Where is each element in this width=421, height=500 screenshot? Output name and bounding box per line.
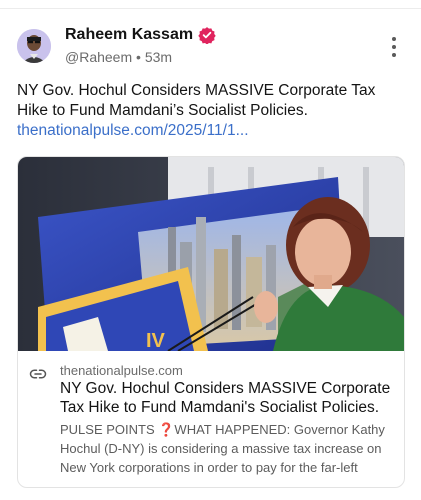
- post-card: Raheem Kassam @Raheem • 53m NY Gov. Hoch…: [0, 9, 421, 500]
- author-name-row: Raheem Kassam: [65, 26, 216, 45]
- link-icon: [29, 365, 47, 383]
- meta-separator: •: [136, 49, 141, 65]
- image-overlay-text: IV: [146, 330, 166, 351]
- post-meta: @Raheem • 53m: [65, 49, 172, 65]
- link-preview-image: IV: [18, 157, 404, 351]
- verified-badge-icon: [198, 26, 216, 45]
- author-name[interactable]: Raheem Kassam: [65, 26, 193, 44]
- link-preview-description: PULSE POINTS ❓WHAT HAPPENED: Governor Ka…: [60, 422, 385, 475]
- link-preview-info: thenationalpulse.com NY Gov. Hochul Cons…: [18, 351, 404, 487]
- link-preview-title: NY Gov. Hochul Considers MASSIVE Corpora…: [60, 380, 391, 416]
- author-handle[interactable]: @Raheem: [65, 49, 132, 65]
- more-vertical-icon: [392, 37, 396, 41]
- link-preview-domain: thenationalpulse.com: [60, 363, 183, 378]
- post-text: NY Gov. Hochul Considers MASSIVE Corpora…: [17, 82, 376, 119]
- post-timestamp[interactable]: 53m: [145, 49, 172, 65]
- post-link[interactable]: thenationalpulse.com/2025/11/1...: [17, 121, 397, 141]
- avatar[interactable]: [17, 29, 51, 63]
- post-body: NY Gov. Hochul Considers MASSIVE Corpora…: [17, 81, 397, 141]
- link-preview-card[interactable]: IV thenationalpulse.com NY Gov. Hochul C…: [17, 156, 405, 488]
- more-options-button[interactable]: [385, 37, 403, 57]
